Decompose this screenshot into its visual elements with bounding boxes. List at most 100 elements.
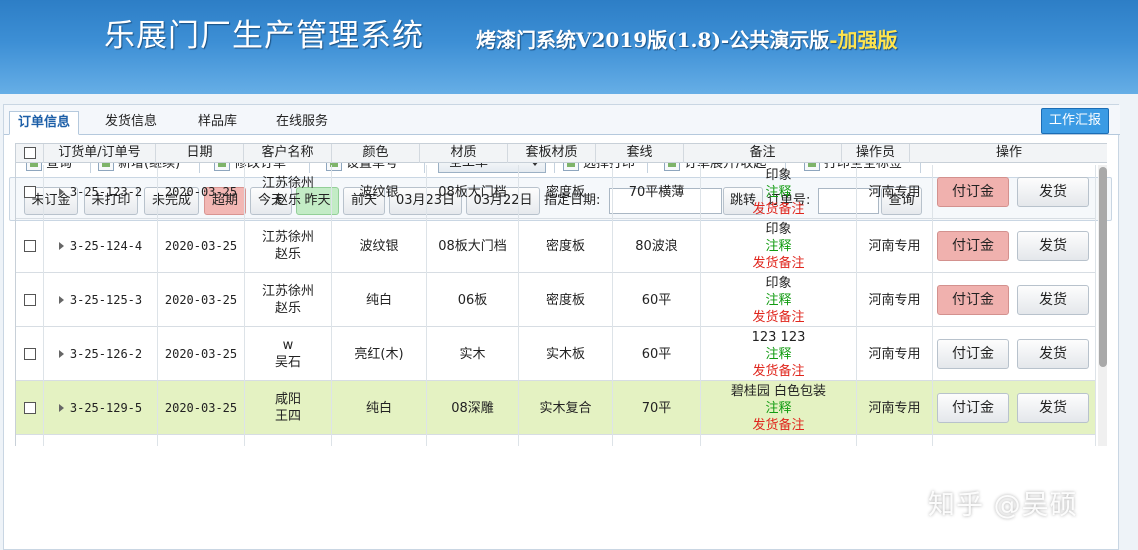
order-number-cell: 3-25-126-2 [44, 327, 158, 381]
note-cell: 印象 注释 发货备注 [701, 273, 857, 327]
ship-button[interactable]: 发货 [1017, 285, 1089, 315]
col-line-header[interactable]: 套线 [596, 144, 684, 163]
color-value: 纯白 [365, 400, 392, 416]
action-cell: 付订金 发货 [933, 165, 1096, 219]
row-checkbox[interactable] [23, 348, 36, 360]
table-row[interactable]: 3-25-123-2 2020-03-25 江苏徐州 赵乐 波纹银 08板大门档 密度板 70… [16, 165, 1096, 219]
note-text: 印象 [765, 221, 792, 237]
table-row[interactable]: 3-25-126-2 2020-03-25 w 吴石 亮红(木) 实木 实木板 60平 123 … [16, 327, 1096, 381]
operator-cell: 河南专用 [857, 327, 933, 381]
board-cell: 密度板 [519, 219, 613, 273]
date-cell: 2020-03-25 [158, 165, 245, 219]
line-cell: 60平 [613, 327, 701, 381]
version-strong: -加强版 [829, 28, 898, 52]
expand-row-icon[interactable] [58, 296, 64, 304]
col-board-header[interactable]: 套板材质 [508, 144, 596, 163]
board-cell [519, 435, 613, 446]
board-material-value: 密度板 [545, 238, 585, 254]
line-value: 60平 [641, 346, 672, 362]
material-cell: 08板大门档 [427, 165, 519, 219]
order-date: 2020-03-25 [164, 400, 238, 415]
material-cell [427, 435, 519, 446]
customer-region: 咸阳 [274, 392, 301, 407]
tab-sample-library[interactable]: 样品库 [190, 111, 245, 135]
board-cell: 实木板 [519, 327, 613, 381]
select-all-checkbox[interactable] [24, 147, 36, 159]
order-date: 2020-03-25 [164, 292, 238, 307]
action-cell [933, 435, 1096, 446]
table-row[interactable]: 3-25-125-3 2020-03-25 江苏徐州 赵乐 纯白 06板 密度板 60平 印象注… [16, 273, 1096, 327]
tab-online-service[interactable]: 在线服务 [268, 111, 336, 135]
pay-deposit-button[interactable]: 付订金 [937, 231, 1009, 261]
note-cell: 碧桂园 白色包装 注释 发货备注 [701, 381, 857, 435]
row-checkbox[interactable] [23, 186, 36, 198]
board-material-value: 实木复合 [539, 400, 592, 416]
col-color-header[interactable]: 颜色 [332, 144, 420, 163]
row-checkbox[interactable] [23, 294, 36, 306]
note-comment: 注释 [765, 292, 792, 308]
order-date: 2020-03-25 [164, 184, 238, 199]
row-checkbox-cell [16, 273, 44, 327]
action-cell: 付订金 发货 [933, 273, 1096, 327]
pay-deposit-button[interactable]: 付订金 [937, 339, 1009, 369]
material-value: 08板大门档 [438, 184, 507, 200]
date-cell: 2020-03-25 [158, 219, 245, 273]
table-row[interactable]: 3-25-124-4 2020-03-25 江苏徐州赵乐 波纹银 08板大门档 密度板 80… [16, 219, 1096, 273]
expand-row-icon[interactable] [58, 404, 64, 412]
customer-name: 赵乐 [274, 247, 301, 262]
note-shipping: 发货备注 [752, 201, 805, 217]
color-cell [332, 435, 427, 446]
order-number-cell: 3-25-129-5 [44, 381, 158, 435]
pay-deposit-button[interactable]: 付订金 [937, 285, 1009, 315]
table-row[interactable]: 印象 [16, 435, 1096, 446]
ship-button[interactable]: 发货 [1017, 339, 1089, 369]
app-version: 烤漆门系统V2019版(1.8)-公共演示版-加强版 [476, 24, 898, 53]
line-value: 80波浪 [635, 238, 678, 254]
note-cell: 印象 [701, 435, 857, 446]
order-grid: 订货单/订单号 日期 客户名称 颜色 材质 套板材质 套线 备注 操作员 操作 … [15, 143, 1107, 446]
ship-button[interactable]: 发货 [1017, 177, 1089, 207]
tab-shipping-info[interactable]: 发货信息 [97, 111, 165, 135]
col-date-header[interactable]: 日期 [156, 144, 244, 163]
material-value: 实木 [459, 346, 486, 362]
order-number: 3-25-123-2 [69, 184, 143, 199]
pay-deposit-button[interactable]: 付订金 [937, 393, 1009, 423]
line-cell: 80波浪 [613, 219, 701, 273]
operator-name: 河南专用 [868, 346, 921, 362]
color-cell: 纯白 [332, 381, 427, 435]
operator-cell: 河南专用 [857, 273, 933, 327]
header-banner: 乐展门厂生产管理系统 烤漆门系统V2019版(1.8)-公共演示版-加强版 [0, 0, 1138, 94]
row-checkbox[interactable] [23, 240, 36, 252]
operator-name: 河南专用 [868, 238, 921, 254]
col-note-header[interactable]: 备注 [684, 144, 842, 163]
ship-button[interactable]: 发货 [1017, 393, 1089, 423]
material-value: 08板大门档 [438, 238, 507, 254]
ship-button[interactable]: 发货 [1017, 231, 1089, 261]
order-number: 3-25-124-4 [69, 238, 143, 253]
col-operator-header[interactable]: 操作员 [842, 144, 910, 163]
col-order-header[interactable]: 订货单/订单号 [44, 144, 156, 163]
row-checkbox[interactable] [23, 402, 36, 414]
grid-scrollbar[interactable] [1098, 165, 1107, 446]
tab-order-info[interactable]: 订单信息 [9, 111, 80, 135]
action-cell: 付订金 发货 [933, 219, 1096, 273]
work-report-button[interactable]: 工作汇报 [1041, 108, 1109, 134]
order-date: 2020-03-25 [164, 346, 238, 361]
operator-name: 河南专用 [868, 292, 921, 308]
col-material-header[interactable]: 材质 [420, 144, 508, 163]
note-comment: 注释 [765, 400, 792, 416]
col-customer-header[interactable]: 客户名称 [244, 144, 332, 163]
scrollbar-thumb[interactable] [1099, 167, 1107, 367]
date-cell [158, 435, 245, 446]
customer-name: 赵乐 [274, 193, 301, 208]
expand-row-icon[interactable] [58, 188, 64, 196]
color-cell: 波纹银 [332, 219, 427, 273]
row-checkbox-cell [16, 327, 44, 381]
table-row[interactable]: 3-25-129-5 2020-03-25 咸阳 王四 纯白 08深雕 实木复合 70平 碧桂园… [16, 381, 1096, 435]
line-cell [613, 435, 701, 446]
expand-row-icon[interactable] [58, 350, 64, 358]
expand-row-icon[interactable] [58, 242, 64, 250]
pay-deposit-button[interactable]: 付订金 [937, 177, 1009, 207]
line-value: 70平横薄 [628, 184, 685, 200]
customer-region: 江苏徐州 [261, 230, 314, 245]
